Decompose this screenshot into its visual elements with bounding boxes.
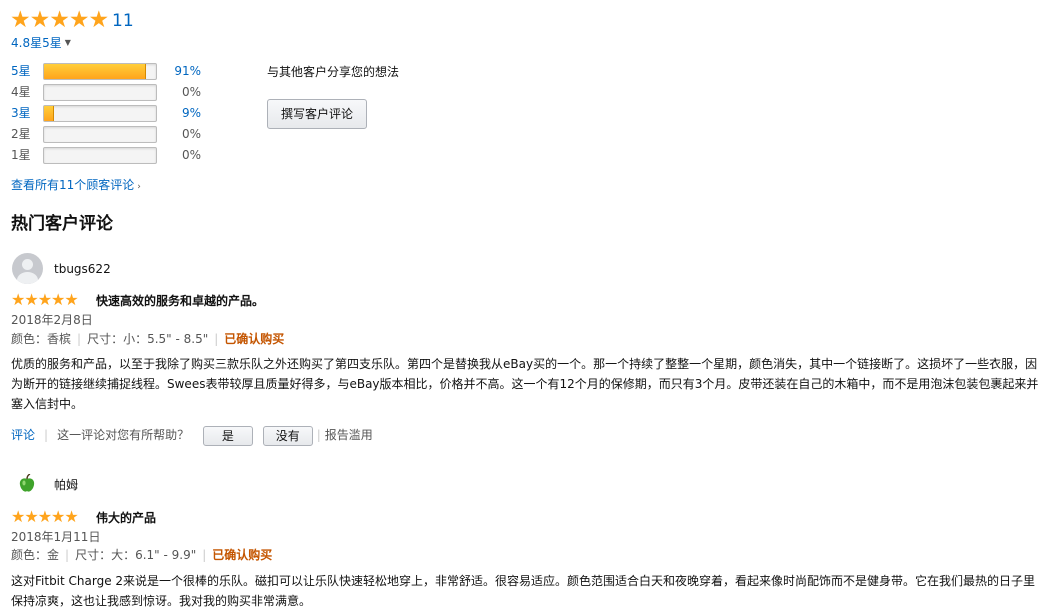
average-rating-dropdown[interactable]: 4.8星5星 ▼ [11, 35, 71, 51]
section-title: 热门客户评论 [11, 214, 113, 234]
histogram-label: 5星 [11, 64, 31, 78]
average-rating-label: 4.8星5星 [11, 36, 62, 50]
verified-purchase-badge: 已确认购买 [212, 548, 273, 562]
histogram-bar [43, 126, 157, 143]
meta-divider: | [65, 548, 70, 562]
review-title[interactable]: 快速高效的服务和卓越的产品。 [96, 293, 264, 309]
write-review-button[interactable]: 撰写客户评论 [267, 99, 367, 129]
average-stars[interactable]: ★★★★★ [10, 8, 109, 32]
meta-divider: | [202, 548, 207, 562]
review-size[interactable]: 尺寸：大：6.1" - 9.9" [75, 548, 196, 562]
chevron-right-icon: › [137, 182, 141, 192]
review-date: 2018年1月11日 [11, 530, 101, 544]
review-body: 这对Fitbit Charge 2来说是一个很棒的乐队。磁扣可以让乐队快速轻松地… [11, 574, 1036, 608]
review-meta: 颜色：金 | 尺寸：大：6.1" - 9.9" | 已确认购买 [11, 547, 272, 563]
histogram-label: 4星 [11, 85, 31, 99]
review-stars[interactable]: ★★★★★ [11, 508, 79, 526]
apple-avatar-icon[interactable] [17, 474, 37, 494]
histogram-percent: 91% [174, 64, 201, 78]
share-prompt: 与其他客户分享您的想法 [267, 65, 400, 79]
see-all-reviews-label: 查看所有11个顾客评论 [11, 178, 135, 192]
histogram-percent: 0% [181, 148, 201, 162]
review-title[interactable]: 伟大的产品 [96, 510, 156, 526]
review-body: 优质的服务和产品，以至于我除了购买三款乐队之外还购买了第四支乐队。第四个是替换我… [11, 357, 1039, 411]
helpful-yes-button[interactable]: 是 [202, 425, 253, 446]
histogram-label: 2星 [11, 127, 31, 141]
review-count-link[interactable]: 11 [112, 10, 134, 32]
avatar-head [22, 259, 33, 270]
histogram-percent: 9% [181, 106, 201, 120]
comment-link[interactable]: 评论 [11, 428, 35, 442]
divider: | [44, 428, 49, 442]
histogram-bar [43, 147, 157, 164]
review-color[interactable]: 颜色：香槟 [11, 332, 71, 346]
divider: | [316, 428, 321, 442]
histogram-percent: 0% [181, 127, 201, 141]
histogram-bar [43, 105, 157, 122]
histogram-row-2: 2星 0% [11, 126, 201, 143]
histogram-fill [44, 64, 146, 79]
histogram-bar [43, 84, 157, 101]
report-abuse-link[interactable]: 报告滥用 [325, 428, 373, 442]
review-color[interactable]: 颜色：金 [11, 548, 59, 562]
meta-divider: | [214, 332, 219, 346]
helpful-no-button[interactable]: 没有 [262, 425, 313, 446]
see-all-reviews-link[interactable]: 查看所有11个顾客评论 › [11, 177, 141, 195]
avatar[interactable] [12, 253, 43, 284]
caret-down-icon: ▼ [64, 38, 71, 47]
helpful-question: 这一评论对您有所帮助？ [57, 428, 190, 442]
histogram-row-1: 1星 0% [11, 147, 201, 164]
review-meta: 颜色：香槟 | 尺寸：小：5.5" - 8.5" | 已确认购买 [11, 331, 284, 347]
avatar-body [17, 272, 38, 284]
histogram-bar [43, 63, 157, 80]
histogram-row-5[interactable]: 5星 91% [11, 63, 201, 80]
histogram-row-3[interactable]: 3星 9% [11, 105, 201, 122]
verified-purchase-badge: 已确认购买 [224, 332, 285, 346]
histogram-label: 1星 [11, 148, 31, 162]
review-stars[interactable]: ★★★★★ [11, 291, 79, 309]
review-date: 2018年2月8日 [11, 313, 93, 327]
histogram-percent: 0% [181, 85, 201, 99]
meta-divider: | [77, 332, 82, 346]
review-username[interactable]: tbugs622 [54, 261, 111, 277]
helpful-row: 评论 | 这一评论对您有所帮助？ 是 没有 | 报告滥用 [11, 424, 373, 446]
review-size[interactable]: 尺寸：小：5.5" - 8.5" [87, 332, 208, 346]
histogram-row-4: 4星 0% [11, 84, 201, 101]
review-username[interactable]: 帕姆 [54, 477, 78, 493]
histogram-label: 3星 [11, 106, 31, 120]
histogram-fill [44, 106, 55, 121]
